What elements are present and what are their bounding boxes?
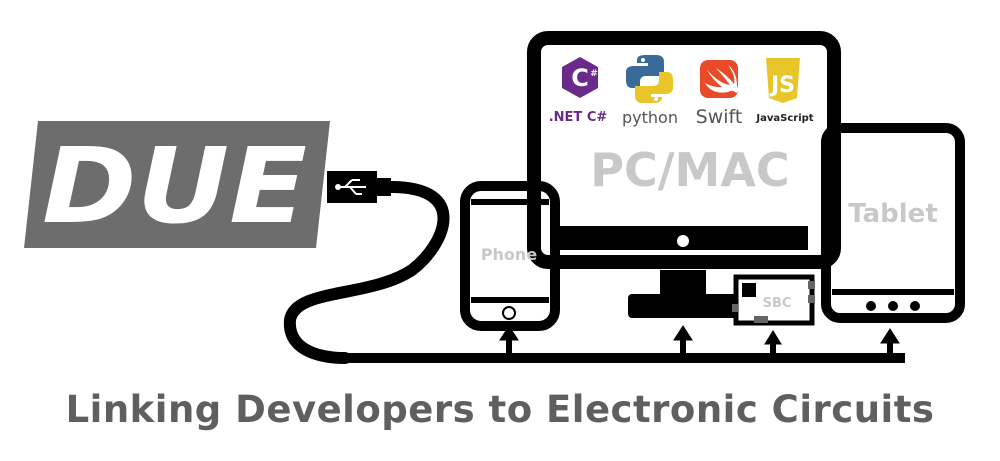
tablet-device: Tablet [821,123,965,323]
tagline: Linking Developers to Electronic Circuit… [65,388,935,431]
pc-label: PC/MAC [590,143,789,197]
svg-text:JS: JS [769,73,795,98]
python-icon [626,55,673,103]
logo-text: DUE [42,125,307,247]
bus-arrows [499,325,900,354]
sbc-board: SBC [732,274,815,326]
javascript-label: JavaScript [755,113,813,124]
csharp-label: .NET C# [549,110,608,125]
javascript-icon: JS [766,58,800,103]
swift-label: Swift [696,106,743,128]
svg-text:C: C [571,64,589,92]
sbc-label: SBC [763,296,792,311]
arrow-up-icon [673,325,693,354]
phone-label: Phone [481,245,538,264]
arrow-up-icon [880,328,900,354]
language-icons: C # .NET C# python Swift JS JavaScript [549,55,814,128]
swift-icon [700,60,739,98]
python-label: python [622,108,678,127]
due-logo: DUE [24,121,330,248]
svg-text:#: # [590,69,598,79]
arrow-up-icon [764,330,782,354]
csharp-icon: C # [562,57,598,98]
tablet-label: Tablet [848,199,938,229]
